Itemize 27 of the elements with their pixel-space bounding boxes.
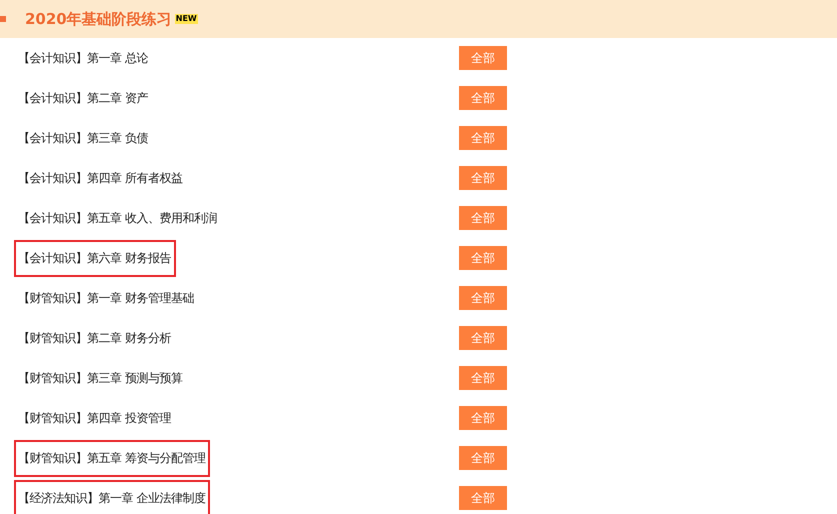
- chapter-label: 【财管知识】第五章 筹资与分配管理: [14, 440, 210, 476]
- chapter-label: 【财管知识】第二章 财务分析: [17, 330, 172, 346]
- chapter-label: 【财管知识】第三章 预测与预算: [17, 370, 184, 386]
- all-button[interactable]: 全部: [459, 206, 507, 230]
- chapter-label: 【会计知识】第六章 财务报告: [14, 240, 176, 276]
- all-button[interactable]: 全部: [459, 286, 507, 310]
- chapter-label: 【会计知识】第三章 负债: [17, 130, 149, 146]
- all-button[interactable]: 全部: [459, 86, 507, 110]
- all-button[interactable]: 全部: [459, 326, 507, 350]
- chapter-label: 【经济法知识】第一章 企业法律制度: [14, 480, 210, 514]
- chapter-label: 【财管知识】第一章 财务管理基础: [17, 290, 195, 306]
- chapter-label: 【会计知识】第一章 总论: [17, 50, 149, 66]
- all-button[interactable]: 全部: [459, 446, 507, 470]
- chapter-label: 【财管知识】第四章 投资管理: [17, 410, 172, 426]
- all-button[interactable]: 全部: [459, 486, 507, 510]
- chapter-label: 【会计知识】第二章 资产: [17, 90, 149, 106]
- all-button[interactable]: 全部: [459, 46, 507, 70]
- all-button[interactable]: 全部: [459, 126, 507, 150]
- all-button[interactable]: 全部: [459, 406, 507, 430]
- bullet-icon: [0, 16, 6, 22]
- all-button[interactable]: 全部: [459, 166, 507, 190]
- all-button[interactable]: 全部: [459, 366, 507, 390]
- chapter-label: 【会计知识】第四章 所有者权益: [17, 170, 184, 186]
- section-title: 2020年基础阶段练习: [25, 10, 172, 28]
- chapter-label: 【会计知识】第五章 收入、费用和利润: [17, 210, 218, 226]
- all-button[interactable]: 全部: [459, 246, 507, 270]
- new-badge: NEW: [174, 14, 198, 24]
